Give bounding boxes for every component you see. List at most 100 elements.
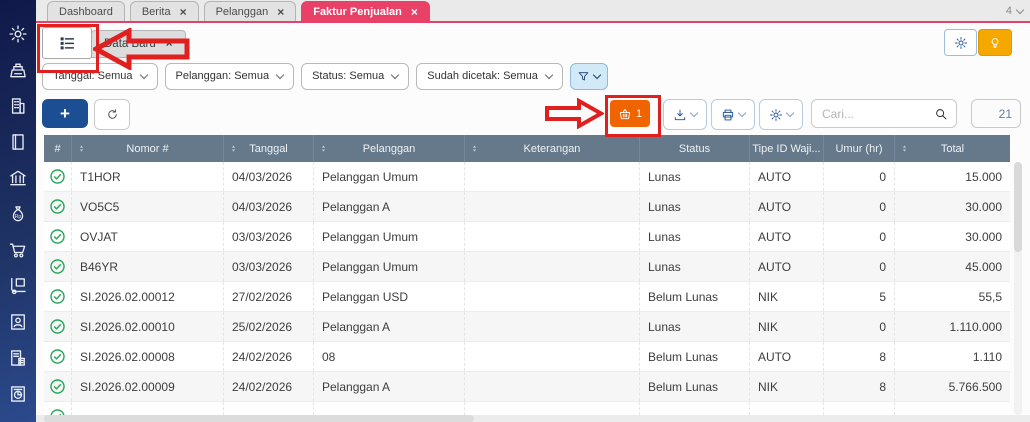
sidebar-item-gear[interactable] xyxy=(0,24,36,44)
tab-pelanggan[interactable]: Pelanggan× xyxy=(204,1,297,21)
cell-nomor: SI.2026.02.00008 xyxy=(71,342,223,371)
table-settings-button[interactable] xyxy=(759,99,803,130)
column-label: Total xyxy=(941,143,964,155)
sidebar-item-tax-document[interactable] xyxy=(0,348,36,368)
close-icon[interactable]: × xyxy=(411,6,418,18)
table-row[interactable]: OVJAT03/03/2026Pelanggan UmumLunasAUTO03… xyxy=(44,222,1010,252)
gear-icon xyxy=(769,108,783,122)
sidebar-item-building[interactable] xyxy=(0,96,36,116)
close-icon[interactable]: × xyxy=(180,6,187,18)
column-header-total[interactable]: Total xyxy=(894,135,1010,162)
sidebar-item-pie-report[interactable] xyxy=(0,384,36,404)
filter-sudah-dicetak[interactable]: Sudah dicetak: Semua xyxy=(416,63,563,90)
column-header-tanggal[interactable]: Tanggal xyxy=(223,135,313,162)
cell-keterangan xyxy=(464,342,639,371)
close-icon[interactable]: × xyxy=(277,6,284,18)
column-header-status[interactable]: Status xyxy=(639,135,749,162)
cell-status: Lunas xyxy=(639,312,749,341)
tab-faktur-penjualan[interactable]: Faktur Penjualan× xyxy=(301,1,430,21)
cell-umur: 0 xyxy=(823,162,894,191)
cell-total: 1.110 xyxy=(894,342,1010,371)
filter-tanggal[interactable]: Tanggal: Semua xyxy=(42,63,158,90)
chevron-down-icon xyxy=(738,109,746,117)
close-icon[interactable]: × xyxy=(166,38,173,50)
sidebar-item-person-report[interactable] xyxy=(0,312,36,332)
lightbulb-icon xyxy=(988,36,1002,50)
search-input[interactable] xyxy=(820,106,928,122)
sidebar-item-book[interactable] xyxy=(0,132,36,152)
column-header-nomor[interactable]: Nomor # xyxy=(71,135,223,162)
table-header-row: # Nomor #TanggalPelanggan Keterangan Status… xyxy=(44,135,1010,162)
subtab-data-baru[interactable]: Data Baru × xyxy=(91,30,186,58)
column-header-col[interactable]: # xyxy=(44,135,71,162)
table-row[interactable]: SI.2026.02.0001025/02/2026Pelanggan ALun… xyxy=(44,312,1010,342)
horizontal-scrollbar[interactable] xyxy=(36,415,1030,422)
download-button[interactable] xyxy=(663,99,707,130)
filter-pelanggan[interactable]: Pelanggan: Semua xyxy=(165,63,295,90)
cell-tipe-id: AUTO xyxy=(749,252,823,281)
basket-icon xyxy=(618,107,632,121)
table-row[interactable]: SI.2026.02.0001227/02/2026Pelanggan USDB… xyxy=(44,282,1010,312)
list-view-tab[interactable] xyxy=(42,27,92,59)
column-header-umur-hr[interactable]: Umur (hr) xyxy=(823,135,894,162)
view-settings-button[interactable] xyxy=(944,29,977,56)
vertical-scrollbar[interactable] xyxy=(1014,162,1022,415)
column-header-tipe-id-waji[interactable]: Tipe ID Waji... xyxy=(749,135,823,162)
cell-nomor: B46YR xyxy=(71,252,223,281)
cell-tanggal: 25/02/2026 xyxy=(223,312,313,341)
check-circle-icon xyxy=(49,318,66,335)
cell-nomor: T1HOR xyxy=(71,162,223,191)
search-icon xyxy=(934,107,948,121)
column-label: # xyxy=(54,143,60,155)
cell-umur: 8 xyxy=(823,372,894,401)
cell-umur: 8 xyxy=(823,342,894,371)
horizontal-scrollbar-thumb[interactable] xyxy=(44,415,474,422)
table-row[interactable]: B46YR03/03/2026Pelanggan UmumLunasAUTO04… xyxy=(44,252,1010,282)
cell-tipe-id: NIK xyxy=(749,282,823,311)
print-button[interactable] xyxy=(711,99,755,130)
chevron-down-icon xyxy=(1016,5,1024,13)
sidebar-item-cash-register[interactable] xyxy=(0,60,36,80)
sidebar-item-money-bag-rp[interactable]: Rp xyxy=(0,204,36,224)
sidebar-item-cart[interactable] xyxy=(0,240,36,260)
refresh-button[interactable] xyxy=(94,99,130,130)
table-row[interactable]: SI.2026.02.0000824/02/202608Belum LunasA… xyxy=(44,342,1010,372)
cell-total: 45.000 xyxy=(894,252,1010,281)
filter-label: Sudah dicetak: Semua xyxy=(427,70,538,82)
tab-bar: DashboardBerita×Pelanggan×Faktur Penjual… xyxy=(36,0,1030,23)
open-tab-count-dropdown[interactable]: 4 xyxy=(1006,5,1023,17)
tab-dashboard[interactable]: Dashboard xyxy=(47,1,125,21)
cell-keterangan xyxy=(464,252,639,281)
hint-button[interactable] xyxy=(978,29,1012,56)
sidebar-item-bank[interactable] xyxy=(0,168,36,188)
add-button[interactable]: + xyxy=(42,99,88,128)
chevron-down-icon xyxy=(786,109,794,117)
column-header-pelanggan[interactable]: Pelanggan xyxy=(313,135,464,162)
cell-total xyxy=(894,402,1010,415)
table-row[interactable]: T1HOR04/03/2026Pelanggan UmumLunasAUTO01… xyxy=(44,162,1010,192)
column-header-keterangan[interactable]: Keterangan xyxy=(464,135,639,162)
filter-status[interactable]: Status: Semua xyxy=(301,63,409,90)
pie-report-icon xyxy=(8,384,28,404)
table-row[interactable] xyxy=(44,402,1010,415)
sort-icon xyxy=(77,142,86,155)
chevron-down-icon xyxy=(545,70,553,78)
person-report-icon xyxy=(8,312,28,332)
advanced-filter-button[interactable] xyxy=(570,63,608,90)
cash-register-icon xyxy=(8,60,28,80)
sort-icon xyxy=(900,142,909,155)
annotation-arrow-right-icon xyxy=(544,98,604,129)
cell-total: 1.110.000 xyxy=(894,312,1010,341)
vertical-scrollbar-thumb[interactable] xyxy=(1014,162,1022,252)
check-circle-icon xyxy=(49,378,66,395)
row-status-cell xyxy=(44,312,71,341)
row-status-cell xyxy=(44,192,71,221)
check-circle-icon xyxy=(49,228,66,245)
column-label: Keterangan xyxy=(524,143,581,155)
table-row[interactable]: SI.2026.02.0000924/02/2026Pelanggan ABel… xyxy=(44,372,1010,402)
basket-button[interactable]: 1 xyxy=(610,100,650,127)
table-row[interactable]: VO5C504/03/2026Pelanggan ALunasAUTO030.0… xyxy=(44,192,1010,222)
cell-tanggal: 03/03/2026 xyxy=(223,222,313,251)
tab-berita[interactable]: Berita× xyxy=(130,1,199,21)
sidebar-item-hand-truck[interactable] xyxy=(0,276,36,296)
